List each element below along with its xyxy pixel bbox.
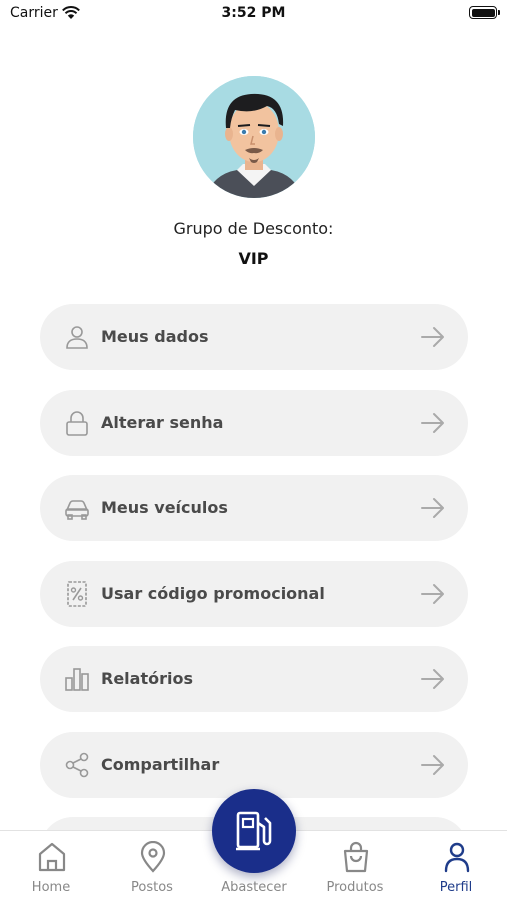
discount-group-label: Grupo de Desconto: [173, 219, 334, 238]
menu-item-label: Relatórios [101, 669, 193, 688]
arrow-right-icon [421, 327, 444, 347]
lock-icon [66, 411, 88, 436]
tab-home[interactable]: Home [1, 831, 101, 900]
menu-item-meus-veiculos[interactable]: Meus veículos [40, 475, 468, 541]
tab-produtos[interactable]: Produtos [305, 831, 405, 900]
home-icon [38, 842, 66, 872]
tab-label: Postos [131, 880, 173, 895]
percent-tag-icon [67, 581, 87, 607]
fuel-pump-icon [236, 811, 272, 851]
arrow-right-icon [421, 755, 444, 775]
arrow-right-icon [421, 669, 444, 689]
status-bar: Carrier 3:52 PM [0, 0, 507, 30]
car-icon [65, 500, 89, 520]
arrow-right-icon [421, 498, 444, 518]
menu-item-codigo-promocional[interactable]: Usar código promocional [40, 561, 468, 627]
menu-item-meus-dados[interactable]: Meus dados [40, 304, 468, 370]
menu-item-label: Meus veículos [101, 498, 228, 517]
tab-postos[interactable]: Postos [102, 831, 202, 900]
menu-item-relatorios[interactable]: Relatórios [40, 646, 468, 712]
menu-item-alterar-senha[interactable]: Alterar senha [40, 390, 468, 456]
map-pin-icon [140, 841, 166, 873]
clock: 3:52 PM [221, 5, 286, 21]
tab-label: Abastecer [221, 880, 287, 895]
tab-label: Produtos [326, 880, 384, 895]
menu-item-label: Meus dados [101, 327, 209, 346]
tab-perfil[interactable]: Perfil [406, 831, 506, 900]
arrow-right-icon [421, 413, 444, 433]
arrow-right-icon [421, 584, 444, 604]
tab-label: Perfil [439, 880, 473, 895]
user-icon [66, 326, 88, 349]
menu-item-label: Compartilhar [101, 755, 220, 774]
menu-item-label: Usar código promocional [101, 584, 325, 603]
avatar[interactable] [193, 76, 315, 198]
tab-label: Home [31, 880, 71, 895]
share-icon [65, 752, 89, 778]
avatar-illustration [193, 76, 315, 198]
shopping-bag-icon [343, 841, 369, 873]
bar-chart-icon [65, 668, 89, 691]
abastecer-button[interactable] [212, 789, 296, 873]
discount-group-value: VIP [238, 249, 269, 268]
user-icon [444, 842, 470, 873]
menu-item-label: Alterar senha [101, 413, 224, 432]
battery-icon [469, 6, 500, 19]
